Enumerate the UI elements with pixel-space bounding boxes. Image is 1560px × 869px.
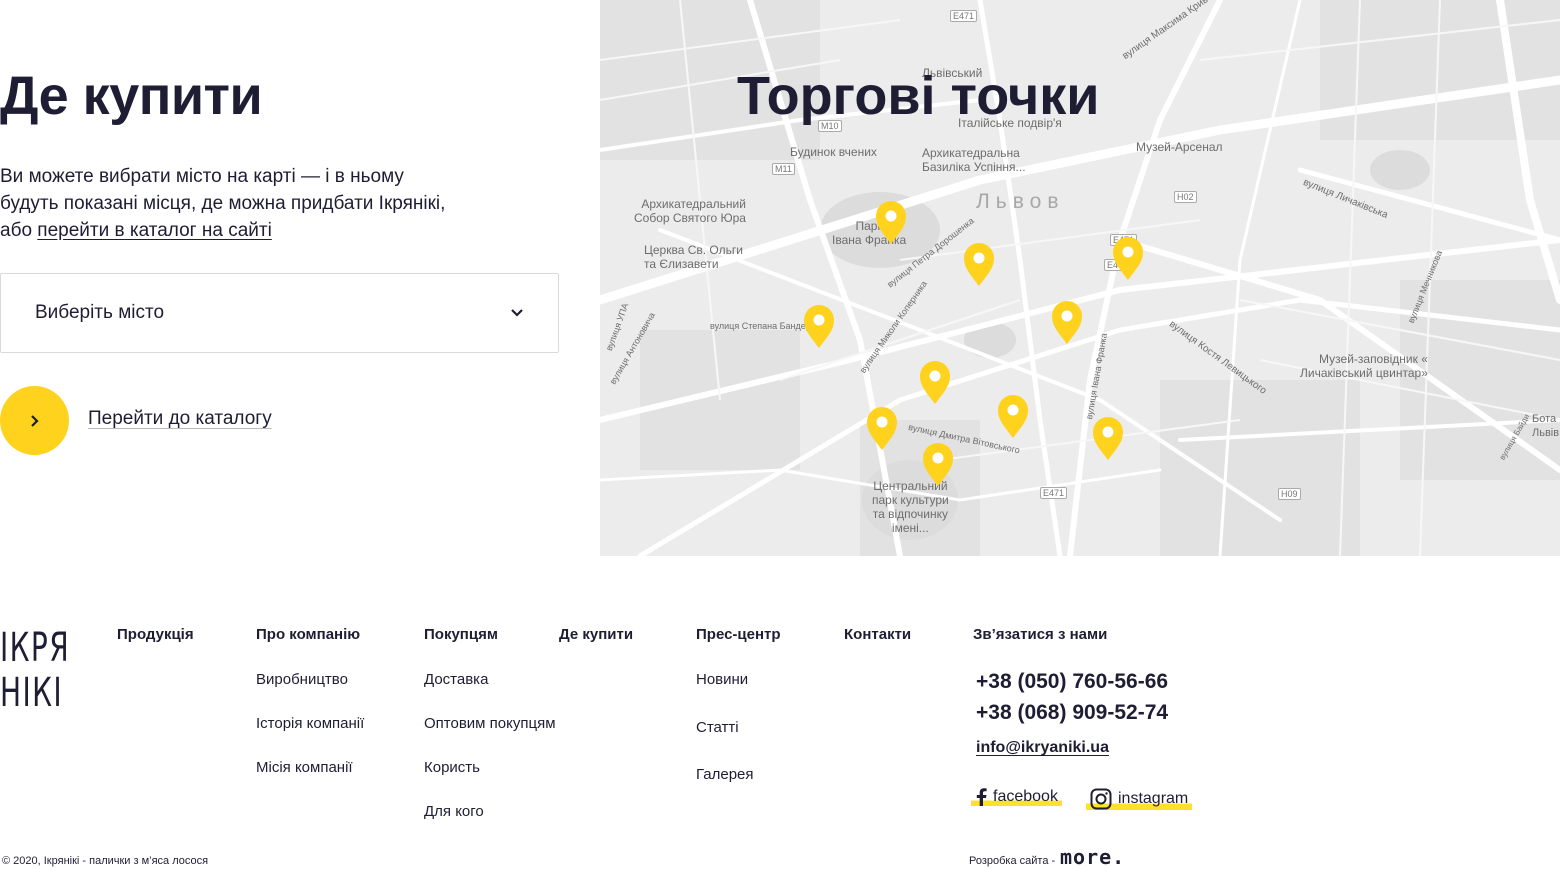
store-pin[interactable] bbox=[1113, 237, 1143, 280]
footer-logo[interactable]: ІКРЯ НІКІ bbox=[0, 626, 70, 716]
footer-link-production[interactable]: Виробництво bbox=[256, 671, 348, 688]
chevron-right-icon bbox=[30, 414, 39, 427]
footer-link-wholesale[interactable]: Оптовим покупцям bbox=[424, 715, 556, 732]
catalog-text-link[interactable]: перейти в каталог на сайті bbox=[37, 220, 272, 241]
store-pin[interactable] bbox=[1093, 417, 1123, 460]
footer-nav-contacts[interactable]: Контакти bbox=[844, 626, 911, 643]
developer-label: Розробка сайта - bbox=[969, 855, 1056, 867]
email-link[interactable]: info@ikryaniki.ua bbox=[976, 739, 1109, 757]
footer-link-articles[interactable]: Статті bbox=[696, 719, 739, 736]
city-select[interactable]: Виберіть місто bbox=[0, 273, 559, 353]
catalog-arrow-button[interactable] bbox=[0, 386, 69, 455]
footer-nav-about[interactable]: Про компанію bbox=[256, 626, 360, 643]
footer-nav-press[interactable]: Прес-центр bbox=[696, 626, 781, 643]
store-pin[interactable] bbox=[867, 407, 897, 450]
copyright: © 2020, Ікрянікі - палички з м’яса лосос… bbox=[2, 855, 209, 867]
phone-link-1[interactable]: +38 (050) 760-56-66 bbox=[976, 670, 1168, 694]
footer-nav-customers[interactable]: Покупцям bbox=[424, 626, 498, 643]
instagram-icon bbox=[1090, 788, 1112, 810]
footer-nav-where[interactable]: Де купити bbox=[559, 626, 633, 643]
contact-heading: Зв’язатися з нами bbox=[973, 626, 1108, 643]
instagram-label: instagram bbox=[1118, 790, 1189, 807]
footer-link-benefit[interactable]: Користь bbox=[424, 759, 480, 776]
chevron-down-icon bbox=[511, 309, 523, 317]
store-pin[interactable] bbox=[998, 395, 1028, 438]
catalog-link[interactable]: Перейти до каталогу bbox=[88, 408, 272, 430]
footer-link-for-whom[interactable]: Для кого bbox=[424, 803, 484, 820]
instagram-link[interactable]: instagram bbox=[1086, 788, 1193, 810]
store-pin[interactable] bbox=[920, 361, 950, 404]
city-select-value: Виберіть місто bbox=[35, 302, 165, 323]
store-pin[interactable] bbox=[964, 243, 994, 286]
facebook-link[interactable]: facebook bbox=[971, 788, 1062, 806]
facebook-label: facebook bbox=[993, 788, 1058, 805]
store-pin[interactable] bbox=[1052, 301, 1082, 344]
intro-text: Ви можете вибрати місто на карті — і в н… bbox=[0, 163, 460, 244]
footer-link-history[interactable]: Історія компанії bbox=[256, 715, 364, 732]
phone-link-2[interactable]: +38 (068) 909-52-74 bbox=[976, 701, 1168, 725]
footer-link-news[interactable]: Новини bbox=[696, 671, 748, 688]
developer-logo[interactable]: more. bbox=[1060, 846, 1125, 868]
page-title: Де купити bbox=[0, 66, 263, 126]
store-pin[interactable] bbox=[876, 201, 906, 244]
footer-link-mission[interactable]: Місія компанії bbox=[256, 759, 353, 776]
map-title: Торгові точки bbox=[737, 66, 1100, 126]
footer-link-gallery[interactable]: Галерея bbox=[696, 766, 754, 783]
store-pin[interactable] bbox=[804, 305, 834, 348]
footer-link-delivery[interactable]: Доставка bbox=[424, 671, 488, 688]
footer-nav-products[interactable]: Продукція bbox=[117, 626, 194, 643]
facebook-icon bbox=[976, 788, 987, 806]
store-pin[interactable] bbox=[923, 443, 953, 486]
